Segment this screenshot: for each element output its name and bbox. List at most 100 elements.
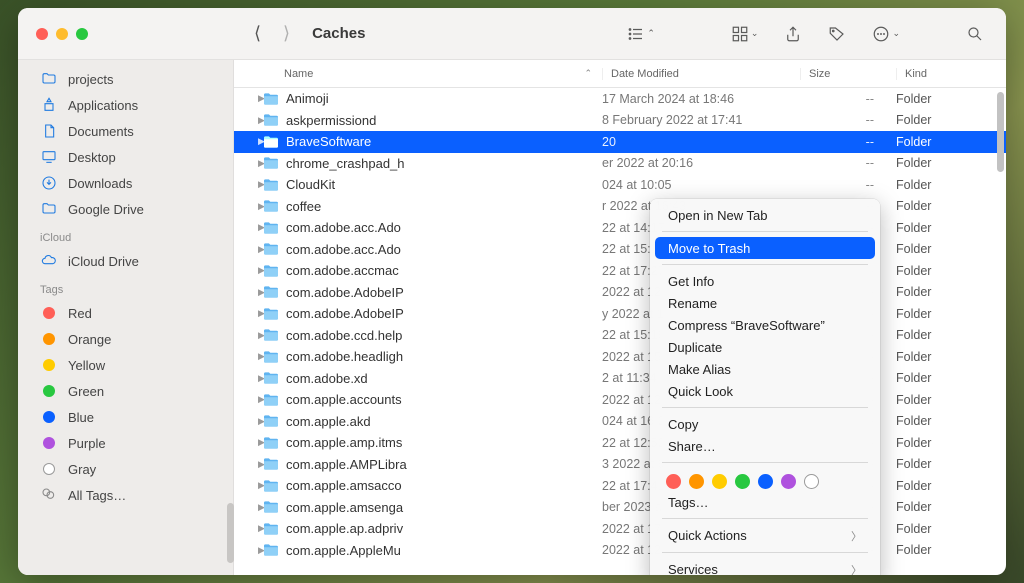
ctx-item[interactable]: Duplicate (650, 336, 880, 358)
file-row[interactable]: ▶ com.adobe.xd 2 at 11:34 -- Folder (234, 368, 1006, 390)
more-icon[interactable]: ⌄ (864, 21, 908, 47)
ctx-tag-dot[interactable] (804, 474, 819, 489)
file-row[interactable]: ▶ com.apple.amp.itms 22 at 12:52 -- Fold… (234, 432, 1006, 454)
column-name[interactable]: Name⌃ (234, 68, 602, 80)
file-row[interactable]: ▶ com.adobe.headligh 2022 at 15:51 -- Fo… (234, 346, 1006, 368)
ctx-item[interactable]: Compress “BraveSoftware” (650, 314, 880, 336)
ctx-item[interactable]: Share… (650, 435, 880, 457)
file-kind: Folder (896, 414, 1006, 428)
column-size[interactable]: Size (800, 68, 896, 80)
sidebar-item-applications[interactable]: Applications (18, 92, 233, 118)
disclosure-icon[interactable]: ▶ (234, 308, 258, 319)
sidebar-item-documents[interactable]: Documents (18, 118, 233, 144)
column-kind[interactable]: Kind (896, 68, 1006, 80)
sidebar-item-desktop[interactable]: Desktop (18, 144, 233, 170)
sidebar-tag-red[interactable]: Red (18, 300, 233, 326)
disclosure-icon[interactable]: ▶ (234, 93, 258, 104)
disclosure-icon[interactable]: ▶ (234, 287, 258, 298)
ctx-item-tags[interactable]: Tags… (650, 491, 880, 513)
disclosure-icon[interactable]: ▶ (234, 158, 258, 169)
file-row[interactable]: ▶ com.adobe.accmac 22 at 17:27 -- Folder (234, 260, 1006, 282)
disclosure-icon[interactable]: ▶ (234, 351, 258, 362)
sidebar-tag-green[interactable]: Green (18, 378, 233, 404)
ctx-item[interactable]: Quick Look (650, 380, 880, 402)
ctx-item[interactable]: Quick Actions〉 (650, 524, 880, 547)
sidebar-tag-gray[interactable]: Gray (18, 456, 233, 482)
file-row[interactable]: ▶ chrome_crashpad_h er 2022 at 20:16 -- … (234, 153, 1006, 175)
file-row[interactable]: ▶ com.apple.ap.adpriv 2022 at 17:39 -- F… (234, 518, 1006, 540)
file-row[interactable]: ▶ com.apple.accounts 2022 at 12:51 -- Fo… (234, 389, 1006, 411)
file-row[interactable]: ▶ com.apple.AMPLibra 3 2022 at 9:44 -- F… (234, 454, 1006, 476)
minimize-button[interactable] (56, 28, 68, 40)
sidebar-scrollbar[interactable] (227, 503, 234, 563)
disclosure-icon[interactable]: ▶ (234, 179, 258, 190)
back-button[interactable]: ⟨ (248, 19, 267, 48)
disclosure-icon[interactable]: ▶ (234, 523, 258, 534)
sidebar-tag-purple[interactable]: Purple (18, 430, 233, 456)
ctx-item[interactable]: Get Info (650, 270, 880, 292)
disclosure-icon[interactable]: ▶ (234, 394, 258, 405)
sidebar-tag-yellow[interactable]: Yellow (18, 352, 233, 378)
file-row[interactable]: ▶ com.adobe.AdobeIP 2022 at 12:51 -- Fol… (234, 282, 1006, 304)
ctx-tag-dot[interactable] (781, 474, 796, 489)
search-icon[interactable] (958, 21, 992, 47)
forward-button[interactable]: ⟩ (277, 19, 296, 48)
ctx-tag-dot[interactable] (666, 474, 681, 489)
disclosure-icon[interactable]: ▶ (234, 136, 258, 147)
disclosure-icon[interactable]: ▶ (234, 545, 258, 556)
disclosure-icon[interactable]: ▶ (234, 437, 258, 448)
tag-icon[interactable] (820, 21, 854, 47)
ctx-tag-dot[interactable] (712, 474, 727, 489)
ctx-item[interactable]: Rename (650, 292, 880, 314)
ctx-tag-dot[interactable] (735, 474, 750, 489)
close-button[interactable] (36, 28, 48, 40)
ctx-tag-dot[interactable] (689, 474, 704, 489)
ctx-item[interactable]: Copy (650, 413, 880, 435)
disclosure-icon[interactable]: ▶ (234, 201, 258, 212)
scrollbar[interactable] (997, 92, 1004, 172)
disclosure-icon[interactable]: ▶ (234, 222, 258, 233)
column-date[interactable]: Date Modified (602, 68, 800, 80)
file-row[interactable]: ▶ com.adobe.acc.Ado 22 at 15:16 -- Folde… (234, 239, 1006, 261)
disclosure-icon[interactable]: ▶ (234, 373, 258, 384)
disclosure-icon[interactable]: ▶ (234, 115, 258, 126)
sidebar-item-downloads[interactable]: Downloads (18, 170, 233, 196)
file-row[interactable]: ▶ Animoji 17 March 2024 at 18:46 -- Fold… (234, 88, 1006, 110)
group-icon[interactable]: ⌄ (723, 21, 767, 47)
ctx-item[interactable]: Make Alias (650, 358, 880, 380)
sidebar-item-projects[interactable]: projects (18, 66, 233, 92)
disclosure-icon[interactable]: ▶ (234, 459, 258, 470)
file-row[interactable]: ▶ BraveSoftware 20 -- Folder (234, 131, 1006, 153)
sidebar-item-google-drive[interactable]: Google Drive (18, 196, 233, 222)
disclosure-icon[interactable]: ▶ (234, 265, 258, 276)
file-row[interactable]: ▶ com.apple.amsenga ber 2023 at 7:45 -- … (234, 497, 1006, 519)
disclosure-icon[interactable]: ▶ (234, 330, 258, 341)
ctx-item-move-to-trash[interactable]: Move to Trash (655, 237, 875, 259)
file-row[interactable]: ▶ coffee r 2022 at 16:43 -- Folder (234, 196, 1006, 218)
view-list-icon[interactable]: ⌃ (619, 21, 663, 47)
file-row[interactable]: ▶ com.adobe.acc.Ado 22 at 14:17 -- Folde… (234, 217, 1006, 239)
sidebar-tag-orange[interactable]: Orange (18, 326, 233, 352)
ctx-item[interactable]: Services〉 (650, 558, 880, 575)
file-row[interactable]: ▶ com.adobe.ccd.help 22 at 15:16 -- Fold… (234, 325, 1006, 347)
disclosure-icon[interactable]: ▶ (234, 416, 258, 427)
ctx-separator (662, 552, 868, 553)
disclosure-icon[interactable]: ▶ (234, 480, 258, 491)
sidebar-tag-blue[interactable]: Blue (18, 404, 233, 430)
sidebar-all-tags[interactable]: All Tags… (18, 482, 233, 508)
ctx-item[interactable]: Open in New Tab (650, 204, 880, 226)
file-list[interactable]: ▶ Animoji 17 March 2024 at 18:46 -- Fold… (234, 88, 1006, 575)
file-row[interactable]: ▶ com.apple.amsacco 22 at 17:41 -- Folde… (234, 475, 1006, 497)
file-row[interactable]: ▶ askpermissiond 8 February 2022 at 17:4… (234, 110, 1006, 132)
file-row[interactable]: ▶ com.apple.AppleMu 2022 at 12:51 -- Fol… (234, 540, 1006, 562)
file-row[interactable]: ▶ com.apple.akd 024 at 16:27 -- Folder (234, 411, 1006, 433)
disclosure-icon[interactable]: ▶ (234, 244, 258, 255)
ctx-tag-dot[interactable] (758, 474, 773, 489)
sidebar-item-icloud-drive[interactable]: iCloud Drive (18, 248, 233, 274)
disclosure-icon[interactable]: ▶ (234, 502, 258, 513)
file-row[interactable]: ▶ com.adobe.AdobeIP y 2022 at 11:15 -- F… (234, 303, 1006, 325)
file-row[interactable]: ▶ CloudKit 024 at 10:05 -- Folder (234, 174, 1006, 196)
zoom-button[interactable] (76, 28, 88, 40)
share-icon[interactable] (776, 21, 810, 47)
file-kind: Folder (896, 113, 1006, 127)
